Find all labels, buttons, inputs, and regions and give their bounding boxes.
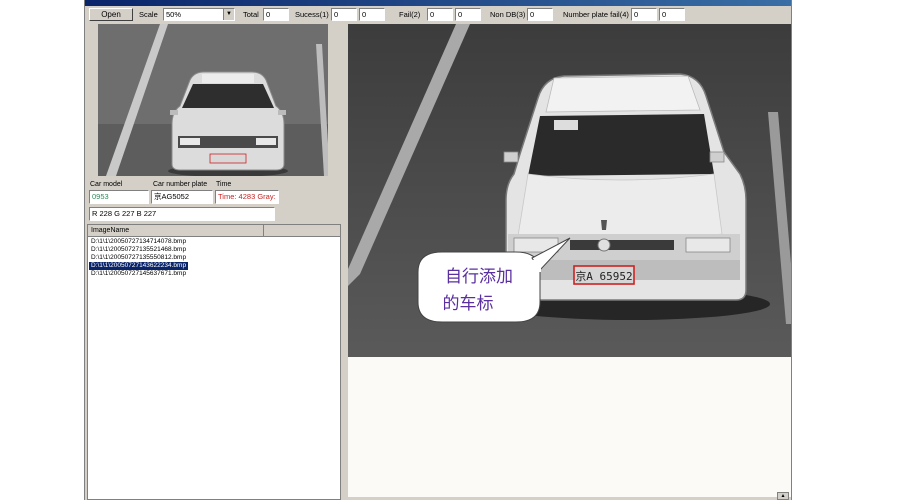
- image-list[interactable]: ImageName D:\1\1\20050727134714078.bmp D…: [87, 224, 341, 500]
- list-item-selected[interactable]: D:\1\1\20050727143622234.bmp: [89, 262, 189, 270]
- thumbnail-image: [98, 24, 328, 176]
- success-label: Sucess(1): [295, 10, 329, 19]
- rgb-field[interactable]: R 228 G 227 B 227: [89, 207, 275, 221]
- plate-fail-rate-field[interactable]: 0: [659, 8, 685, 21]
- column-imagename[interactable]: ImageName: [88, 225, 264, 236]
- list-header: ImageName: [88, 225, 340, 237]
- fail-label: Fail(2): [399, 10, 421, 19]
- plate-field[interactable]: 京AG5052: [151, 190, 213, 204]
- fail-count-field[interactable]: 0: [427, 8, 453, 21]
- fail-count: 0: [430, 10, 435, 19]
- scroll-arrow-icon[interactable]: ▴: [777, 492, 789, 500]
- non-db-field[interactable]: 0: [527, 8, 553, 21]
- non-db-label: Non DB(3): [490, 10, 526, 19]
- open-button[interactable]: Open: [89, 8, 133, 21]
- total-label: Total: [243, 10, 259, 19]
- plate-value: 京AG5052: [154, 192, 190, 201]
- scale-value: 50%: [166, 10, 182, 19]
- scale-dropdown[interactable]: 50% ▼: [163, 8, 235, 21]
- chevron-down-icon[interactable]: ▼: [223, 9, 234, 20]
- list-item[interactable]: D:\1\1\20050727134714078.bmp: [89, 238, 188, 246]
- non-db-value: 0: [530, 10, 535, 19]
- fail-rate: 0: [458, 10, 463, 19]
- app-window: Open Scale 50% ▼ Total 0 Sucess(1) 0 0 F…: [84, 0, 792, 500]
- left-panel: Car model Car number plate Time 0953 京AG…: [85, 24, 343, 500]
- column-imagename-label: ImageName: [91, 227, 130, 234]
- time-field[interactable]: Time: 4283 Gray: 1: [215, 190, 279, 204]
- thumbnail-car-svg: [98, 24, 328, 176]
- time-label: Time: [216, 181, 232, 188]
- main-car-svg: 京A 65952 自行添加 的车标: [348, 24, 791, 357]
- plate-fail-count-field[interactable]: 0: [631, 8, 657, 21]
- toolbar: Open Scale 50% ▼ Total 0 Sucess(1) 0 0 F…: [85, 6, 791, 24]
- time-value: Time: 4283 Gray: 1: [218, 192, 279, 201]
- fail-rate-field[interactable]: 0: [455, 8, 481, 21]
- lower-panel: [348, 357, 791, 497]
- callout-line-2: 的车标: [443, 294, 494, 314]
- plate-fail-rate: 0: [662, 10, 667, 19]
- list-item[interactable]: D:\1\1\20050727135550812.bmp: [89, 254, 188, 262]
- success-rate-field[interactable]: 0: [359, 8, 385, 21]
- scale-label: Scale: [139, 10, 158, 19]
- success-count-field[interactable]: 0: [331, 8, 357, 21]
- plate-fail-count: 0: [634, 10, 639, 19]
- rgb-value: R 228 G 227 B 227: [92, 209, 157, 218]
- plate-fail-label: Number plate fail(4): [563, 10, 629, 19]
- car-model-label: Car model: [90, 181, 123, 188]
- success-count: 0: [334, 10, 339, 19]
- plate-label: Car number plate: [153, 181, 208, 188]
- success-rate: 0: [362, 10, 367, 19]
- car-model-field[interactable]: 0953: [89, 190, 149, 204]
- list-item[interactable]: D:\1\1\20050727135521468.bmp: [89, 246, 188, 254]
- main-photo: 京A 65952 自行添加 的车标: [348, 24, 791, 357]
- total-value: 0: [266, 10, 271, 19]
- list-item[interactable]: D:\1\1\20050727145637671.bmp: [89, 270, 188, 278]
- car-model-value: 0953: [92, 192, 109, 201]
- callout-line-1: 自行添加: [445, 267, 513, 287]
- total-field[interactable]: 0: [263, 8, 289, 21]
- plate-text: 京A 65952: [575, 269, 632, 283]
